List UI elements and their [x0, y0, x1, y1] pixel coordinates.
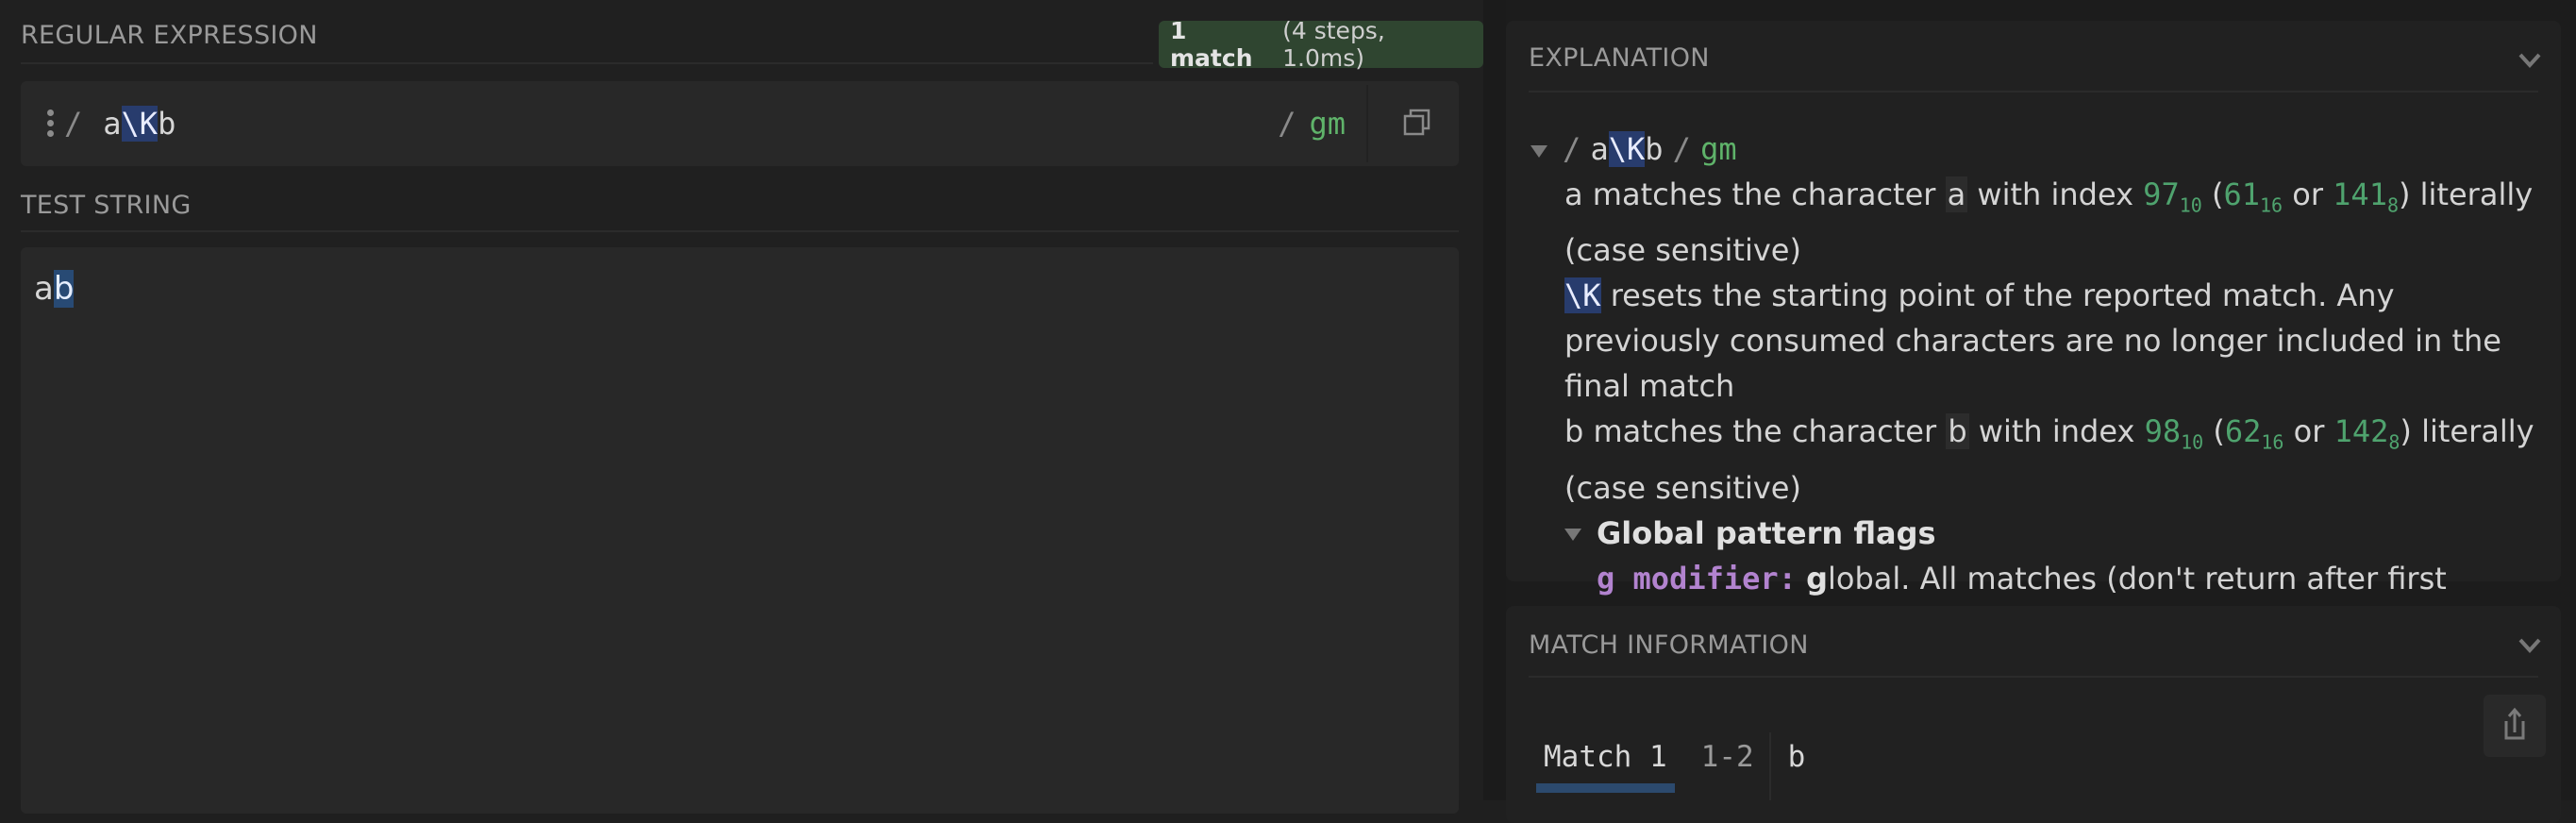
explanation-section-title: EXPLANATION: [1529, 43, 1710, 73]
match-information-panel: MATCH INFORMATION Match 1 1-2 b: [1506, 606, 2561, 823]
explanation-root[interactable]: / a\Kb / gm: [1531, 126, 2542, 172]
sidebar-pane: EXPLANATION / a\Kb / gm a matches the ch…: [1506, 0, 2576, 823]
regex-token-literal: b: [158, 106, 176, 142]
collapse-triangle-icon[interactable]: [1531, 144, 1547, 158]
explanation-item-a: a matches the character a with index 971…: [1564, 176, 2534, 269]
tab-match-1[interactable]: Match 1: [1536, 740, 1675, 793]
regex-flags-value[interactable]: gm: [1309, 106, 1346, 142]
regex-flags[interactable]: / gm: [1278, 100, 1346, 147]
regex-input[interactable]: / a \K b / gm: [21, 81, 1459, 166]
match-info-title-rule: [1529, 676, 2538, 678]
explanation-item-b: b matches the character b with index 981…: [1564, 413, 2534, 506]
copy-icon: [1403, 109, 1430, 136]
collapse-triangle-icon[interactable]: [1564, 529, 1581, 542]
match-info-row: Match 1 1-2 b: [1536, 732, 1805, 800]
regex-token-literal: a: [103, 106, 122, 142]
regex-section-title: REGULAR EXPRESSION: [21, 21, 318, 50]
match-range: 1-2: [1700, 740, 1754, 774]
share-button[interactable]: [2484, 695, 2546, 757]
regex-token-escape: \K: [121, 106, 159, 142]
match-info-separator: [1768, 732, 1771, 800]
flags-group[interactable]: Global pattern flags: [1531, 511, 2542, 556]
regex-close-delimiter: /: [1278, 106, 1296, 142]
match-info-section-title: MATCH INFORMATION: [1529, 630, 1809, 660]
test-string-match-highlight: b: [53, 270, 75, 308]
editor-pane: REGULAR EXPRESSION 1 match (4 steps, 1.0…: [0, 0, 1483, 814]
match-status-badge: 1 match (4 steps, 1.0ms): [1159, 17, 1483, 72]
test-string-text: a: [34, 270, 54, 308]
match-value: b: [1787, 740, 1806, 774]
drag-handle-icon[interactable]: [47, 109, 55, 138]
chevron-down-icon[interactable]: [2517, 636, 2542, 655]
match-details: (4 steps, 1.0ms): [1282, 17, 1385, 72]
explanation-tree: / a\Kb / gm a matches the character a wi…: [1531, 126, 2542, 601]
explanation-title-rule: [1529, 91, 2538, 92]
chevron-down-icon[interactable]: [2517, 51, 2542, 70]
test-string-input[interactable]: ab: [21, 247, 1459, 814]
pane-resize-handle[interactable]: [1483, 0, 1506, 800]
flag-g-modifier: g modifier: global. All matches (don't r…: [1597, 560, 2447, 596]
test-string-section-title: TEST STRING: [21, 191, 192, 220]
match-count: 1 match: [1170, 17, 1253, 72]
test-string-title-rule: [21, 230, 1459, 232]
regex-title-rule: [21, 62, 1153, 64]
copy-separator: [1366, 85, 1368, 162]
regex-open-delimiter: /: [64, 106, 83, 142]
copy-button[interactable]: [1402, 108, 1432, 138]
explanation-item-reset: \K resets the starting point of the repo…: [1564, 277, 2501, 405]
explanation-panel: EXPLANATION / a\Kb / gm a matches the ch…: [1506, 21, 2561, 596]
share-icon: [2504, 707, 2525, 740]
regex-pattern[interactable]: / a \K b: [64, 100, 176, 147]
